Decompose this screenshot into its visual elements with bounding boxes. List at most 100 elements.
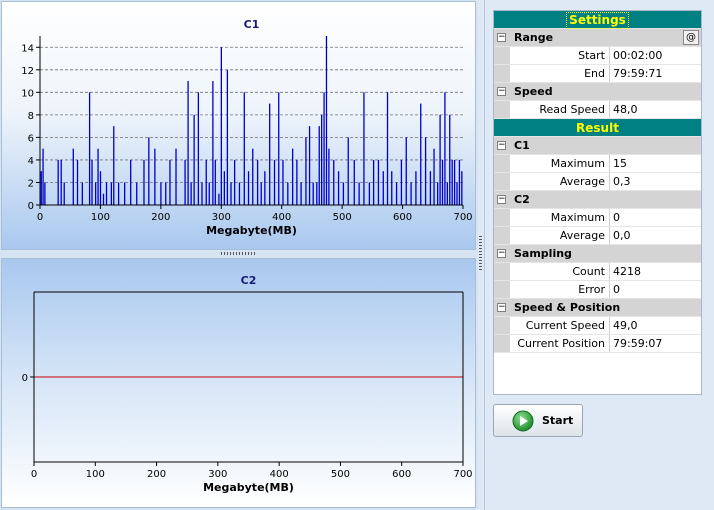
prop-value-c2-avg[interactable]: 0,0 — [610, 227, 701, 244]
bar — [424, 137, 427, 205]
bar — [201, 182, 203, 205]
prop-value-c1-avg[interactable]: 0,3 — [610, 173, 701, 190]
bar — [461, 171, 463, 205]
bar — [433, 148, 435, 205]
result-header: Result — [494, 119, 701, 137]
y-tick-label: 2 — [28, 178, 34, 189]
bar — [223, 171, 226, 205]
bar — [382, 171, 384, 205]
prop-name: Read Speed — [510, 101, 610, 118]
prop-value-current-speed[interactable]: 49,0 — [610, 317, 701, 334]
start-button[interactable]: Start — [493, 404, 583, 437]
prop-row-c2-max[interactable]: Maximum 0 — [494, 209, 701, 227]
bar — [400, 159, 403, 205]
collapse-icon[interactable]: − — [497, 303, 506, 312]
prop-value-count[interactable]: 4218 — [610, 263, 701, 280]
chart-title: C1 — [244, 18, 260, 31]
category-range[interactable]: − Range @ — [494, 29, 701, 47]
prop-row-c1-max[interactable]: Maximum 15 — [494, 155, 701, 173]
collapse-icon[interactable]: − — [497, 33, 506, 42]
c2-chart: C2 0 0 100 200 300 400 500 600 700 Megabyte(MB) — [22, 274, 473, 494]
bar — [458, 159, 461, 205]
x-tick-label: 500 — [331, 469, 350, 480]
bar — [154, 148, 156, 205]
category-c1[interactable]: − C1 — [494, 137, 701, 155]
bar — [320, 114, 323, 205]
x-axis-label: Megabyte(MB) — [203, 481, 294, 494]
y-tick-label: 10 — [21, 88, 34, 99]
bar — [220, 47, 222, 206]
vertical-splitter-grip-icon[interactable] — [479, 236, 482, 272]
bar — [193, 114, 195, 205]
prop-row-count[interactable]: Count 4218 — [494, 263, 701, 281]
collapse-icon[interactable]: − — [497, 141, 506, 150]
horizontal-splitter[interactable] — [1, 250, 476, 258]
prop-value-end[interactable]: 79:59:71 — [610, 65, 701, 82]
x-tick-label: 0 — [31, 469, 37, 480]
prop-value-current-position[interactable]: 79:59:07 — [610, 335, 701, 352]
collapse-icon[interactable]: − — [497, 249, 506, 258]
y-tick-label: 12 — [21, 66, 34, 77]
prop-name: Average — [510, 227, 610, 244]
prop-name: Maximum — [510, 209, 610, 226]
x-tick-label: 700 — [453, 212, 472, 223]
collapse-icon[interactable]: − — [497, 87, 506, 96]
bar — [308, 126, 311, 205]
prop-row-current-speed[interactable]: Current Speed 49,0 — [494, 317, 701, 335]
bar — [333, 159, 335, 205]
bar — [358, 182, 360, 205]
prop-row-start[interactable]: Start 00:02:00 — [494, 47, 701, 65]
prop-value-start[interactable]: 00:02:00 — [610, 47, 701, 64]
category-sampling[interactable]: − Sampling — [494, 245, 701, 263]
bar — [44, 182, 46, 205]
category-c2[interactable]: − C2 — [494, 191, 701, 209]
result-header-label: Result — [576, 121, 619, 135]
bar — [169, 159, 171, 205]
bar — [130, 159, 132, 205]
bar — [97, 148, 99, 205]
x-tick-label: 200 — [147, 469, 166, 480]
prop-row-error[interactable]: Error 0 — [494, 281, 701, 299]
prop-name: Error — [510, 281, 610, 298]
prop-row-c1-avg[interactable]: Average 0,3 — [494, 173, 701, 191]
c2-chart-pane: C2 0 0 100 200 300 400 500 600 700 Megabyte(MB) — [1, 258, 476, 508]
bar — [439, 114, 441, 205]
prop-name: End — [510, 65, 610, 82]
prop-row-current-position[interactable]: Current Position 79:59:07 — [494, 335, 701, 353]
bar — [377, 159, 380, 205]
x-tick-label: 600 — [392, 469, 411, 480]
at-button[interactable]: @ — [683, 30, 699, 45]
bar — [368, 182, 371, 205]
collapse-icon[interactable]: − — [497, 195, 506, 204]
chart-title: C2 — [241, 274, 257, 287]
bar — [113, 126, 115, 205]
prop-row-read-speed[interactable]: Read Speed 48,0 — [494, 101, 701, 119]
settings-header-label: Settings — [566, 12, 629, 29]
bar — [305, 137, 307, 205]
bar — [233, 159, 236, 205]
x-tick-label: 0 — [37, 212, 43, 223]
bar — [446, 182, 448, 205]
prop-row-c2-avg[interactable]: Average 0,0 — [494, 227, 701, 245]
y-tick-label: 14 — [21, 43, 34, 54]
bar — [136, 182, 138, 205]
bar — [81, 182, 83, 205]
prop-name: Start — [510, 47, 610, 64]
bar — [269, 103, 271, 205]
category-speed-position[interactable]: − Speed & Position — [494, 299, 701, 317]
bar — [99, 171, 102, 205]
splitter-grip-icon[interactable] — [221, 252, 257, 255]
bar — [395, 182, 398, 205]
prop-row-end[interactable]: End 79:59:71 — [494, 65, 701, 83]
x-tick-label: 300 — [212, 212, 231, 223]
prop-value-c1-max[interactable]: 15 — [610, 155, 701, 172]
prop-name: Count — [510, 263, 610, 280]
bar — [296, 159, 298, 205]
category-speed[interactable]: − Speed — [494, 83, 701, 101]
bar — [410, 182, 412, 205]
prop-value-error[interactable]: 0 — [610, 281, 701, 298]
bar — [102, 193, 105, 205]
prop-value-c2-max[interactable]: 0 — [610, 209, 701, 226]
prop-value-read-speed[interactable]: 48,0 — [610, 101, 701, 118]
y-tick-label: 6 — [28, 133, 34, 144]
